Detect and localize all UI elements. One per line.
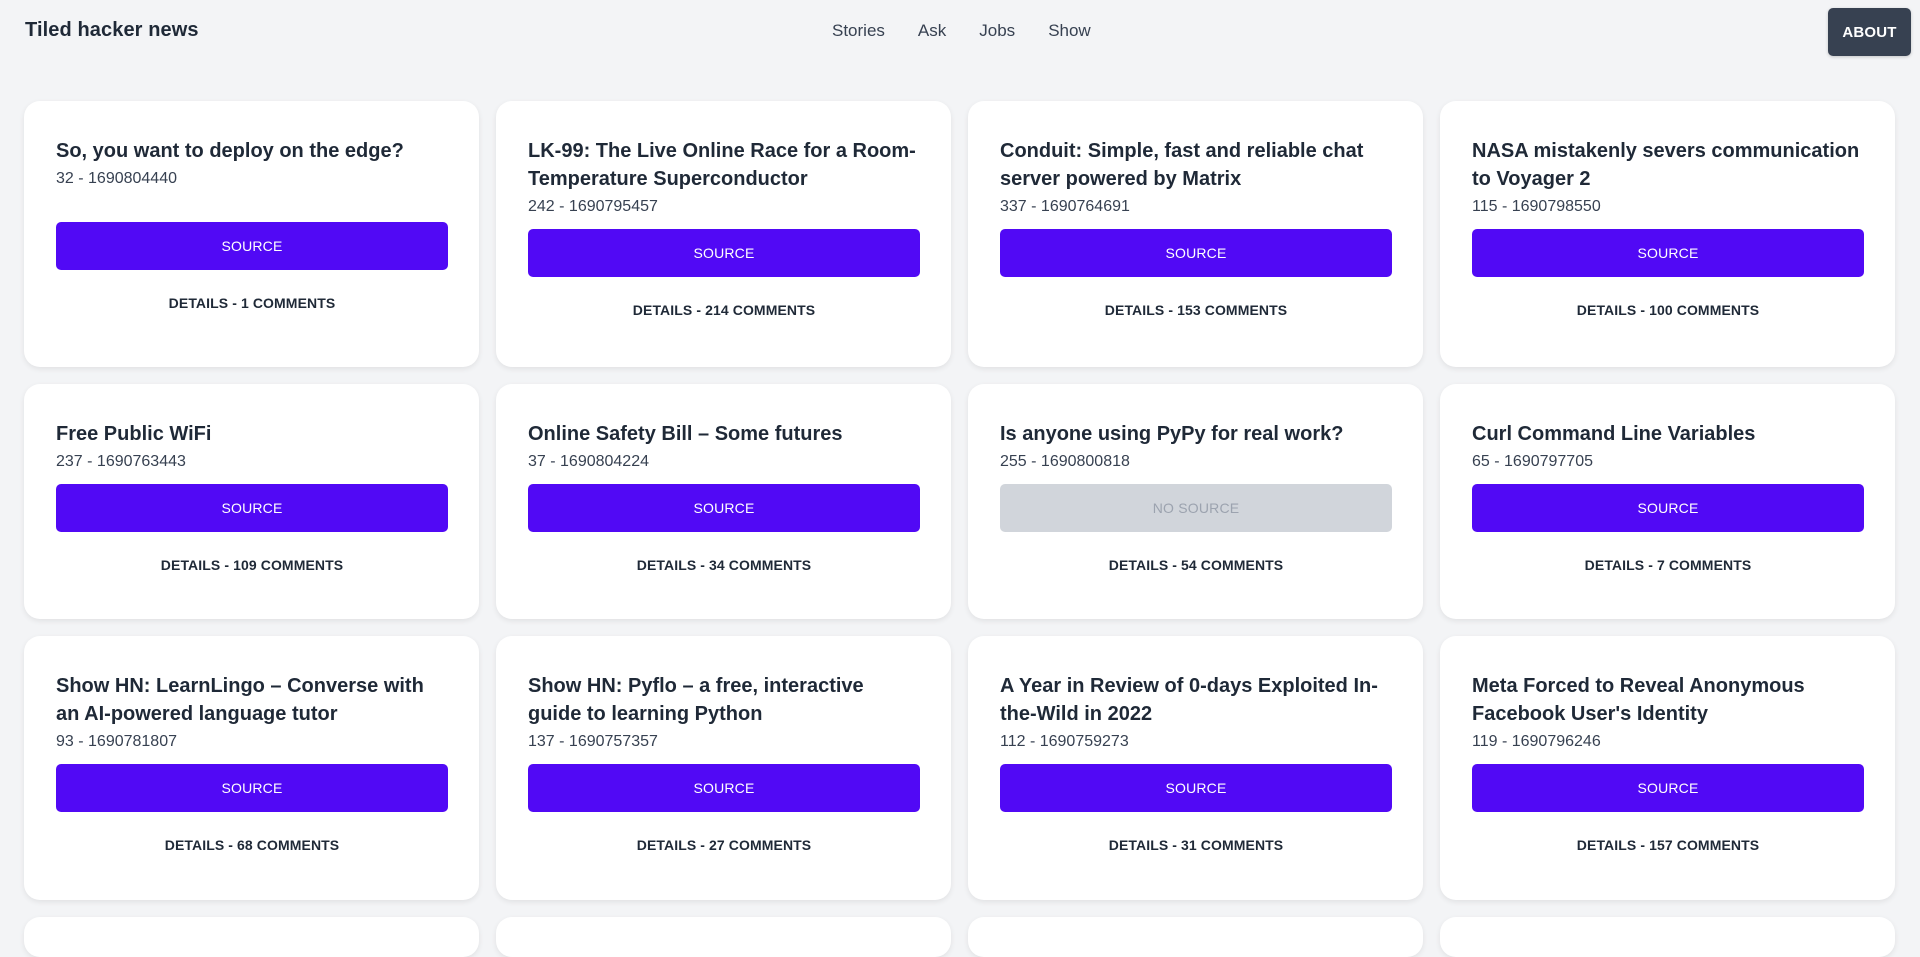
source-button[interactable]: SOURCE: [56, 764, 448, 812]
story-title: Is anyone using PyPy for real work?: [1000, 423, 1344, 445]
story-meta: 242 - 1690795457: [528, 198, 658, 215]
story-card: Conduit: Simple, fast and reliable chat …: [968, 101, 1423, 367]
story-meta: 32 - 1690804440: [56, 170, 177, 187]
details-link[interactable]: DETAILS - 100 COMMENTS: [1472, 302, 1864, 318]
story-meta: 37 - 1690804224: [528, 453, 649, 470]
story-card: NASA mistakenly severs communication to …: [1440, 101, 1895, 367]
details-link[interactable]: DETAILS - 34 COMMENTS: [528, 557, 920, 573]
story-title: Show HN: Pyflo – a free, interactive gui…: [528, 675, 864, 725]
story-card: Free Public WiFi 237 - 1690763443 SOURCE DE…: [24, 384, 479, 619]
story-card: Curl Command Line Variables 65 - 16907977…: [1440, 384, 1895, 619]
site-brand[interactable]: Tiled hacker news: [25, 19, 199, 42]
source-button[interactable]: SOURCE: [528, 764, 920, 812]
story-card: Online Safety Bill – Some futures 37 - 16…: [496, 384, 951, 619]
story-card: Show HN: LearnLingo – Converse with an A…: [24, 636, 479, 900]
story-card: Is anyone using PyPy for real work? 255 -…: [968, 384, 1423, 619]
nav-show[interactable]: Show: [1048, 21, 1091, 41]
story-card: [1440, 917, 1895, 957]
story-title: Conduit: Simple, fast and reliable chat …: [1000, 140, 1364, 190]
story-card: [968, 917, 1423, 957]
story-meta: 119 - 1690796246: [1472, 733, 1601, 750]
details-link[interactable]: DETAILS - 7 COMMENTS: [1472, 557, 1864, 573]
details-link[interactable]: DETAILS - 54 COMMENTS: [1000, 557, 1392, 573]
details-link[interactable]: DETAILS - 68 COMMENTS: [56, 837, 448, 853]
about-button[interactable]: ABOUT: [1828, 8, 1911, 56]
nav-jobs[interactable]: Jobs: [979, 21, 1015, 41]
story-card: [24, 917, 479, 957]
story-card: A Year in Review of 0-days Exploited In-…: [968, 636, 1423, 900]
story-meta: 237 - 1690763443: [56, 453, 186, 470]
nav-stories[interactable]: Stories: [832, 21, 885, 41]
source-button[interactable]: SOURCE: [1472, 764, 1864, 812]
no-source-button: NO SOURCE: [1000, 484, 1392, 532]
story-card: So, you want to deploy on the edge? 32 - …: [24, 101, 479, 367]
details-link[interactable]: DETAILS - 27 COMMENTS: [528, 837, 920, 853]
source-button[interactable]: SOURCE: [1000, 764, 1392, 812]
story-meta: 112 - 1690759273: [1000, 733, 1129, 750]
story-title: Meta Forced to Reveal Anonymous Facebook…: [1472, 675, 1805, 725]
story-card: LK-99: The Live Online Race for a Room-T…: [496, 101, 951, 367]
source-button[interactable]: SOURCE: [1472, 229, 1864, 277]
story-meta: 337 - 1690764691: [1000, 198, 1130, 215]
details-link[interactable]: DETAILS - 31 COMMENTS: [1000, 837, 1392, 853]
story-title: A Year in Review of 0-days Exploited In-…: [1000, 675, 1378, 725]
story-card: Meta Forced to Reveal Anonymous Facebook…: [1440, 636, 1895, 900]
story-card: [496, 917, 951, 957]
story-title: Show HN: LearnLingo – Converse with an A…: [56, 675, 424, 725]
story-title: LK-99: The Live Online Race for a Room-T…: [528, 140, 916, 190]
story-meta: 137 - 1690757357: [528, 733, 658, 750]
story-meta: 255 - 1690800818: [1000, 453, 1130, 470]
story-title: Online Safety Bill – Some futures: [528, 423, 843, 445]
story-meta: 115 - 1690798550: [1472, 198, 1601, 215]
story-meta: 93 - 1690781807: [56, 733, 177, 750]
nav-ask[interactable]: Ask: [918, 21, 946, 41]
story-title: So, you want to deploy on the edge?: [56, 140, 404, 162]
main-nav: Stories Ask Jobs Show: [832, 21, 1124, 41]
story-grid: So, you want to deploy on the edge? 32 - …: [24, 101, 1896, 957]
source-button[interactable]: SOURCE: [1000, 229, 1392, 277]
story-card: Show HN: Pyflo – a free, interactive gui…: [496, 636, 951, 900]
source-button[interactable]: SOURCE: [528, 484, 920, 532]
details-link[interactable]: DETAILS - 153 COMMENTS: [1000, 302, 1392, 318]
details-link[interactable]: DETAILS - 1 COMMENTS: [56, 295, 448, 311]
story-title: Curl Command Line Variables: [1472, 423, 1756, 445]
source-button[interactable]: SOURCE: [56, 484, 448, 532]
source-button[interactable]: SOURCE: [56, 222, 448, 270]
story-title: Free Public WiFi: [56, 423, 212, 445]
details-link[interactable]: DETAILS - 214 COMMENTS: [528, 302, 920, 318]
details-link[interactable]: DETAILS - 157 COMMENTS: [1472, 837, 1864, 853]
story-meta: 65 - 1690797705: [1472, 453, 1593, 470]
source-button[interactable]: SOURCE: [1472, 484, 1864, 532]
story-title: NASA mistakenly severs communication to …: [1472, 140, 1860, 190]
source-button[interactable]: SOURCE: [528, 229, 920, 277]
details-link[interactable]: DETAILS - 109 COMMENTS: [56, 557, 448, 573]
top-bar: Tiled hacker news Stories Ask Jobs Show …: [0, 0, 1920, 64]
